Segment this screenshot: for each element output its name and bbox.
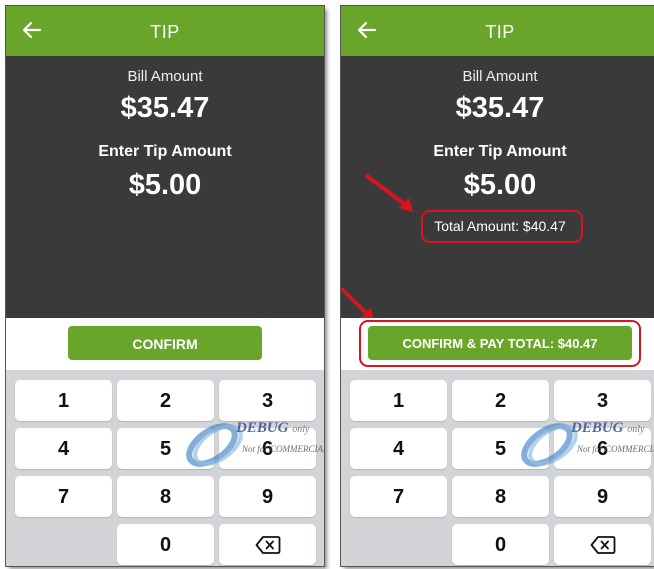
backspace-icon (255, 536, 280, 554)
tip-amount-label: Enter Tip Amount (98, 143, 232, 160)
page-title: TIP (150, 22, 180, 42)
key-0[interactable]: 0 (117, 524, 214, 565)
key-4[interactable]: 4 (15, 428, 112, 469)
key-3[interactable]: 3 (219, 380, 316, 421)
key-1[interactable]: 1 (350, 380, 447, 421)
key-5[interactable]: 5 (117, 428, 214, 469)
key-9[interactable]: 9 (219, 476, 316, 517)
bill-amount-value: $35.47 (120, 92, 210, 124)
app-header: TIP (6, 6, 324, 56)
backspace-key[interactable] (554, 524, 651, 565)
key-8[interactable]: 8 (452, 476, 549, 517)
backspace-key[interactable] (219, 524, 316, 565)
amount-summary: Bill Amount $35.47 Enter Tip Amount $5.0… (341, 56, 654, 321)
annotation-arrow-icon (365, 174, 413, 212)
key-6[interactable]: 6 (219, 428, 316, 469)
key-7[interactable]: 7 (350, 476, 447, 517)
key-3[interactable]: 3 (554, 380, 651, 421)
key-8[interactable]: 8 (117, 476, 214, 517)
bill-amount-label: Bill Amount (127, 68, 203, 85)
key-7[interactable]: 7 (15, 476, 112, 517)
amount-summary: Bill Amount $35.47 Enter Tip Amount $5.0… (6, 56, 324, 318)
page-title: TIP (485, 22, 515, 42)
key-2[interactable]: 2 (452, 380, 549, 421)
app-header: TIP (341, 6, 654, 56)
confirm-button-highlight (359, 320, 641, 367)
numeric-keypad: 1 2 3 4 5 6 7 8 9 0 (341, 370, 654, 566)
total-amount-highlight (421, 210, 583, 243)
key-9[interactable]: 9 (554, 476, 651, 517)
confirm-button[interactable]: CONFIRM (68, 326, 262, 360)
tip-screen-before: TIP Bill Amount $35.47 Enter Tip Amount … (6, 6, 324, 566)
tip-amount-input[interactable]: $5.00 (6, 169, 324, 202)
bill-amount-value: $35.47 (455, 92, 545, 124)
tip-screen-after: TIP Bill Amount $35.47 Enter Tip Amount … (341, 6, 654, 566)
bill-amount-label: Bill Amount (462, 68, 538, 85)
key-6[interactable]: 6 (554, 428, 651, 469)
backspace-icon (590, 536, 615, 554)
tip-amount-label: Enter Tip Amount (433, 143, 567, 160)
key-1[interactable]: 1 (15, 380, 112, 421)
key-4[interactable]: 4 (350, 428, 447, 469)
numeric-keypad: 1 2 3 4 5 6 7 8 9 0 (6, 370, 324, 566)
confirm-bar: CONFIRM (6, 318, 324, 370)
key-5[interactable]: 5 (452, 428, 549, 469)
key-2[interactable]: 2 (117, 380, 214, 421)
key-0[interactable]: 0 (452, 524, 549, 565)
confirm-bar: CONFIRM & PAY TOTAL: $40.47 (341, 318, 654, 370)
